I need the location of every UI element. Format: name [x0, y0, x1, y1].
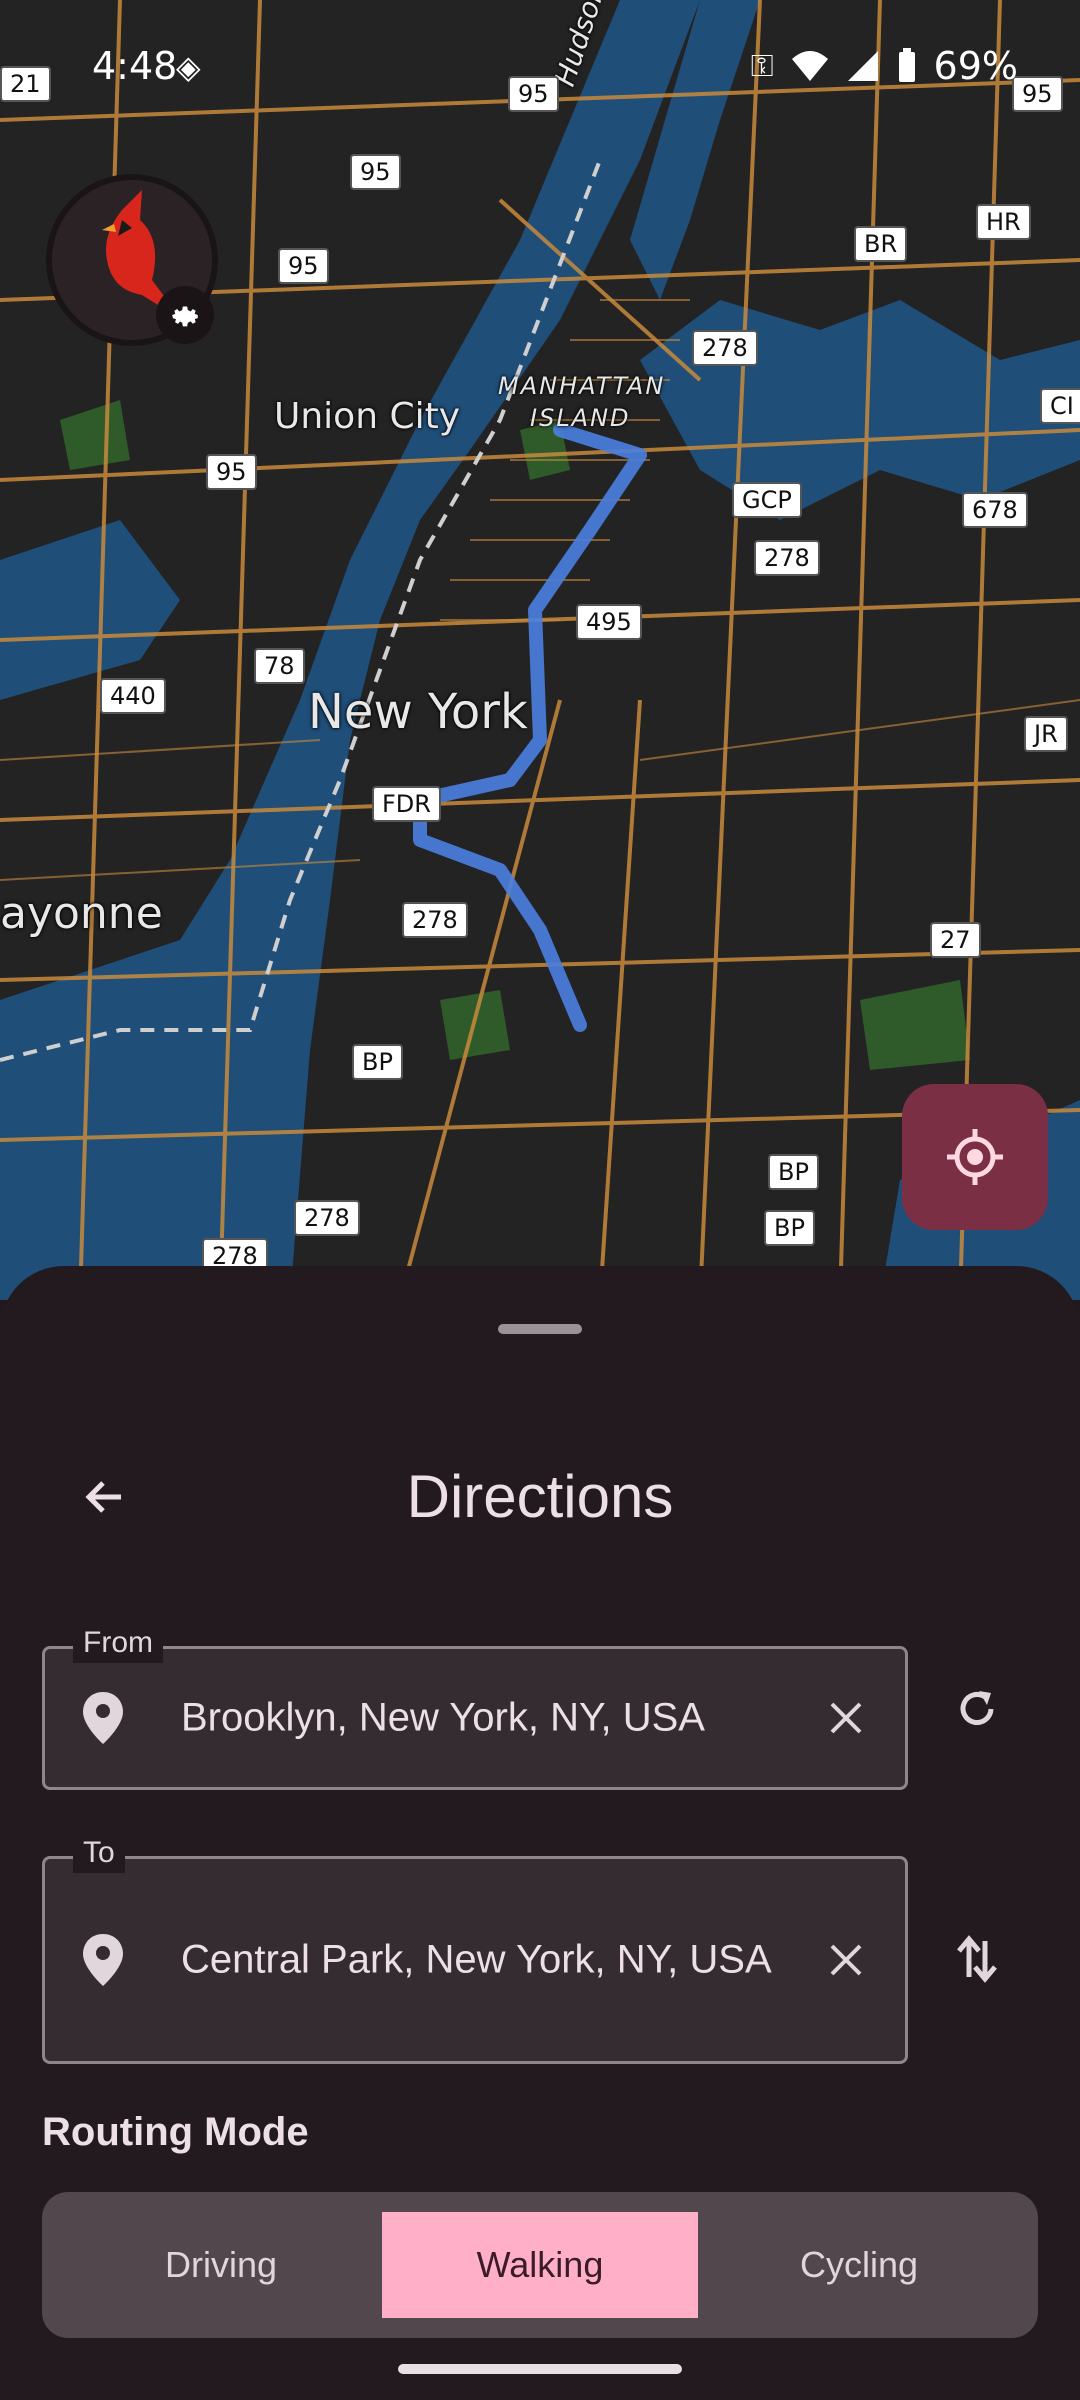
- page-title: Directions: [406, 1463, 674, 1530]
- wifi-icon: [791, 51, 828, 81]
- from-input[interactable]: Brooklyn, New York, NY, USA: [181, 1687, 795, 1750]
- mode-driving[interactable]: Driving: [62, 2212, 380, 2318]
- swap-vertical-icon: [957, 1935, 997, 1983]
- directions-sheet: Directions From Brooklyn, New York, NY, …: [0, 1266, 1080, 2400]
- app-status-icon: ◈: [176, 48, 201, 86]
- vpn-key-icon: ⚿: [750, 48, 774, 84]
- gesture-nav-bar[interactable]: [398, 2364, 682, 2374]
- to-label: To: [73, 1833, 125, 1873]
- route-shield: CI: [1040, 388, 1080, 424]
- routing-mode-selector: Driving Walking Cycling: [42, 2192, 1038, 2338]
- map-label-island: ISLAND: [530, 404, 631, 432]
- route-shield: BR: [854, 226, 908, 262]
- swap-button[interactable]: [944, 1926, 1010, 1992]
- mode-cycling[interactable]: Cycling: [700, 2212, 1018, 2318]
- refresh-icon: [960, 1691, 994, 1725]
- map-label-union-city: Union City: [274, 396, 461, 437]
- route-shield: 95: [350, 154, 401, 190]
- battery-percent: 69%: [933, 44, 1018, 88]
- route-shield: BP: [352, 1044, 403, 1080]
- battery-icon: [898, 48, 915, 82]
- close-icon: [830, 1702, 862, 1734]
- map-label-manhattan: MANHATTAN: [498, 372, 666, 400]
- to-field[interactable]: To Central Park, New York, NY, USA: [42, 1833, 908, 2064]
- refresh-button[interactable]: [944, 1676, 1010, 1742]
- settings-gear-icon[interactable]: [156, 286, 214, 344]
- route-shield: 278: [402, 902, 468, 938]
- route-shield: 678: [962, 492, 1028, 528]
- route-shield: HR: [976, 204, 1031, 240]
- crosshair-icon: [947, 1129, 1003, 1185]
- close-icon: [830, 1944, 862, 1976]
- route-shield: 278: [754, 540, 820, 576]
- route-shield: 278: [294, 1200, 360, 1236]
- route-shield: GCP: [732, 482, 802, 518]
- location-pin-icon: [83, 1934, 123, 1986]
- status-bar: 4:48 ◈ ⚿ 69%: [0, 0, 1080, 130]
- routing-mode-label: Routing Mode: [42, 2110, 309, 2154]
- route-shield: 78: [254, 648, 305, 684]
- clear-to-button[interactable]: [821, 1935, 871, 1985]
- route-shield: 440: [100, 678, 166, 714]
- from-field[interactable]: From Brooklyn, New York, NY, USA: [42, 1623, 908, 1790]
- route-shield: BP: [764, 1210, 815, 1246]
- route-shield: 95: [278, 248, 329, 284]
- mode-walking[interactable]: Walking: [382, 2212, 698, 2318]
- location-pin-icon: [83, 1692, 123, 1744]
- route-shield: JR: [1024, 716, 1068, 752]
- status-time: 4:48: [92, 44, 178, 88]
- route-shield: 495: [576, 604, 642, 640]
- route-shield: 95: [206, 454, 257, 490]
- map-label-bayonne: ayonne: [0, 888, 163, 939]
- map-label-new-york: New York: [308, 684, 528, 740]
- route-shield: FDR: [372, 786, 441, 822]
- cell-signal-icon: [847, 51, 878, 81]
- route-shield: 27: [930, 922, 981, 958]
- drag-handle[interactable]: [498, 1324, 582, 1334]
- to-input[interactable]: Central Park, New York, NY, USA: [181, 1929, 795, 1992]
- route-shield: BP: [768, 1154, 819, 1190]
- clear-from-button[interactable]: [821, 1693, 871, 1743]
- from-label: From: [73, 1623, 163, 1663]
- my-location-button[interactable]: [902, 1084, 1048, 1230]
- route-shield: 278: [692, 330, 758, 366]
- status-icons: ⚿ 69%: [751, 44, 1018, 88]
